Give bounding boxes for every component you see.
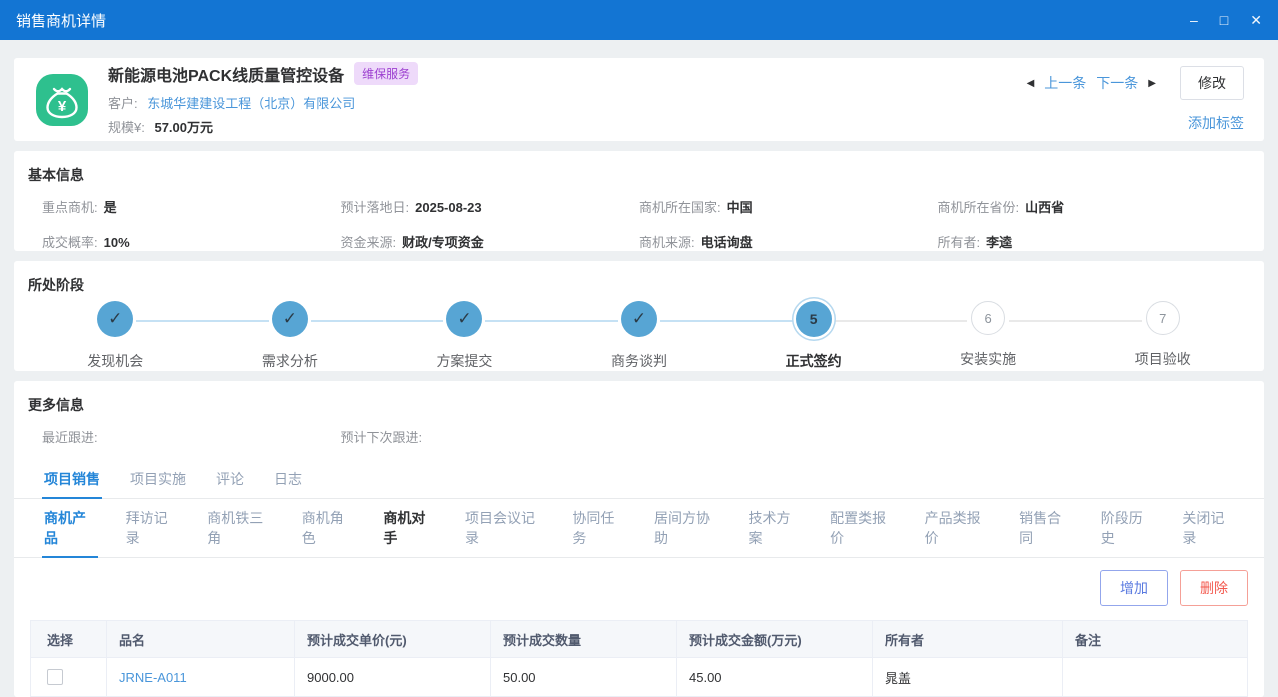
field-country: 商机所在国家:中国 <box>639 197 938 216</box>
customer-label: 客户: <box>108 96 138 111</box>
header-amount: 预计成交金额(万元) <box>677 621 873 658</box>
basic-info-panel: 基本信息 重点商机:是 预计落地日:2025-08-23 商机所在国家:中国 商… <box>14 151 1264 251</box>
row-select-checkbox[interactable] <box>47 669 63 685</box>
stage-number-circle: 6 <box>971 301 1005 335</box>
header-product-name: 品名 <box>107 621 295 658</box>
subtab-config-quotes[interactable]: 配置类报价 <box>828 499 897 557</box>
basic-info-grid: 重点商机:是 预计落地日:2025-08-23 商机所在国家:中国 商机所在省份… <box>28 197 1250 251</box>
stage-check-icon: ✓ <box>446 301 482 337</box>
field-owner: 所有者:李逵 <box>938 232 1237 251</box>
window-titlebar: 销售商机详情 – □ ✕ <box>0 0 1278 40</box>
stage-panel-title: 所处阶段 <box>28 275 1250 295</box>
cell-amount: 45.00 <box>677 658 873 697</box>
subtab-opportunity-roles[interactable]: 商机角色 <box>300 499 356 557</box>
add-tag-link[interactable]: 添加标签 <box>1188 113 1244 133</box>
svg-text:¥: ¥ <box>58 98 67 115</box>
minimize-icon[interactable]: – <box>1190 13 1198 27</box>
follow-up-row: 最近跟进: 预计下次跟进: <box>14 415 1264 460</box>
service-tag-badge: 维保服务 <box>354 62 418 85</box>
sub-tab-bar: 商机产品 拜访记录 商机铁三角 商机角色 商机对手 项目会议记录 协同任务 居间… <box>14 499 1264 558</box>
stage-step-7[interactable]: 7 项目验收 <box>1075 301 1250 371</box>
delete-button[interactable]: 删除 <box>1180 570 1248 606</box>
product-table-wrap: 选择 品名 预计成交单价(元) 预计成交数量 预计成交金额(万元) 所有者 备注… <box>14 618 1264 697</box>
stage-step-4[interactable]: ✓ 商务谈判 <box>552 301 727 371</box>
subtab-sales-contracts[interactable]: 销售合同 <box>1017 499 1073 557</box>
more-info-panel: 更多信息 最近跟进: 预计下次跟进: 项目销售 项目实施 评论 日志 商机产品 … <box>14 381 1264 697</box>
money-bag-icon: ¥ <box>34 72 90 128</box>
opportunity-header-card: ¥ 新能源电池PACK线质量管控设备 维保服务 客户: 东城华建建设工程（北京）… <box>14 58 1264 141</box>
add-button[interactable]: 增加 <box>1100 570 1168 606</box>
product-table: 选择 品名 预计成交单价(元) 预计成交数量 预计成交金额(万元) 所有者 备注… <box>30 620 1248 697</box>
stage-check-icon: ✓ <box>621 301 657 337</box>
field-next-follow-up: 预计下次跟进: <box>341 427 640 446</box>
field-funding-source: 资金来源:财政/专项资金 <box>341 232 640 251</box>
tab-logs[interactable]: 日志 <box>272 460 304 498</box>
customer-link[interactable]: 东城华建建设工程（北京）有限公司 <box>147 96 355 111</box>
stage-step-2[interactable]: ✓ 需求分析 <box>203 301 378 371</box>
opportunity-text-block: 新能源电池PACK线质量管控设备 维保服务 客户: 东城华建建设工程（北京）有限… <box>108 62 418 138</box>
subtab-meeting-records[interactable]: 项目会议记录 <box>463 499 544 557</box>
prev-arrow-icon[interactable]: ◀ <box>1027 78 1035 89</box>
edit-button[interactable]: 修改 <box>1180 66 1244 100</box>
header-owner: 所有者 <box>873 621 1063 658</box>
subtab-iron-triangle[interactable]: 商机铁三角 <box>205 499 274 557</box>
stage-step-1[interactable]: ✓ 发现机会 <box>28 301 203 371</box>
stage-check-icon: ✓ <box>97 301 133 337</box>
field-win-probability: 成交概率:10% <box>42 232 341 251</box>
header-note: 备注 <box>1063 621 1248 658</box>
field-expected-close-date: 预计落地日:2025-08-23 <box>341 197 640 216</box>
stage-stepper: ✓ 发现机会 ✓ 需求分析 ✓ 方案提交 ✓ 商务谈判 5 正式签约 6 安装实… <box>28 301 1250 371</box>
field-lead-source: 商机来源:电话询盘 <box>639 232 938 251</box>
field-key-opportunity: 重点商机:是 <box>42 197 341 216</box>
basic-info-title: 基本信息 <box>28 165 1250 185</box>
stage-number-circle: 5 <box>796 301 832 337</box>
cell-unit-price: 9000.00 <box>295 658 491 697</box>
cell-note <box>1063 658 1248 697</box>
maximize-icon[interactable]: □ <box>1220 13 1228 27</box>
subtab-technical-proposal[interactable]: 技术方案 <box>747 499 803 557</box>
prev-record-link[interactable]: 上一条 <box>1044 73 1086 93</box>
field-province: 商机所在省份:山西省 <box>938 197 1237 216</box>
scale-value: 57.00万元 <box>154 120 213 135</box>
table-toolbar: 增加 删除 <box>14 558 1264 618</box>
stage-step-3[interactable]: ✓ 方案提交 <box>377 301 552 371</box>
header-unit-price: 预计成交单价(元) <box>295 621 491 658</box>
header-actions: ◀ 上一条 下一条 ▶ 修改 添加标签 <box>1027 66 1244 133</box>
header-select: 选择 <box>31 621 107 658</box>
subtab-opportunity-products[interactable]: 商机产品 <box>42 499 98 557</box>
main-tab-bar: 项目销售 项目实施 评论 日志 <box>14 460 1264 499</box>
tab-project-sales[interactable]: 项目销售 <box>42 460 102 498</box>
field-recent-follow-up: 最近跟进: <box>42 427 341 446</box>
subtab-close-records[interactable]: 关闭记录 <box>1180 499 1236 557</box>
subtab-collaborative-tasks[interactable]: 协同任务 <box>570 499 626 557</box>
subtab-visit-records[interactable]: 拜访记录 <box>124 499 180 557</box>
subtab-competitors[interactable]: 商机对手 <box>381 499 437 557</box>
cell-quantity: 50.00 <box>491 658 677 697</box>
subtab-product-quotes[interactable]: 产品类报价 <box>923 499 992 557</box>
subtab-intermediary-assist[interactable]: 居间方协助 <box>652 499 721 557</box>
stage-number-circle: 7 <box>1146 301 1180 335</box>
subtab-stage-history[interactable]: 阶段历史 <box>1099 499 1155 557</box>
stage-panel: 所处阶段 ✓ 发现机会 ✓ 需求分析 ✓ 方案提交 ✓ 商务谈判 5 正式签约 <box>14 261 1264 371</box>
next-arrow-icon[interactable]: ▶ <box>1148 78 1156 89</box>
stage-check-icon: ✓ <box>272 301 308 337</box>
tab-comments[interactable]: 评论 <box>214 460 246 498</box>
scale-label: 规模¥: <box>108 120 145 135</box>
table-header-row: 选择 品名 预计成交单价(元) 预计成交数量 预计成交金额(万元) 所有者 备注 <box>31 621 1248 658</box>
stage-step-5-current[interactable]: 5 正式签约 <box>726 301 901 371</box>
page-content: ¥ 新能源电池PACK线质量管控设备 维保服务 客户: 东城华建建设工程（北京）… <box>0 40 1278 697</box>
window-title: 销售商机详情 <box>16 10 106 31</box>
close-icon[interactable]: ✕ <box>1250 13 1262 27</box>
opportunity-summary: ¥ 新能源电池PACK线质量管控设备 维保服务 客户: 东城华建建设工程（北京）… <box>34 62 418 138</box>
cell-owner: 晁盖 <box>873 658 1063 697</box>
product-name-link[interactable]: JRNE-A011 <box>119 670 187 685</box>
more-info-title: 更多信息 <box>14 395 1264 415</box>
stage-step-6[interactable]: 6 安装实施 <box>901 301 1076 371</box>
next-record-link[interactable]: 下一条 <box>1096 73 1138 93</box>
opportunity-title: 新能源电池PACK线质量管控设备 <box>108 62 344 86</box>
table-row: JRNE-A011 9000.00 50.00 45.00 晁盖 <box>31 658 1248 697</box>
header-quantity: 预计成交数量 <box>491 621 677 658</box>
tab-project-implementation[interactable]: 项目实施 <box>128 460 188 498</box>
window-controls: – □ ✕ <box>1190 13 1262 27</box>
